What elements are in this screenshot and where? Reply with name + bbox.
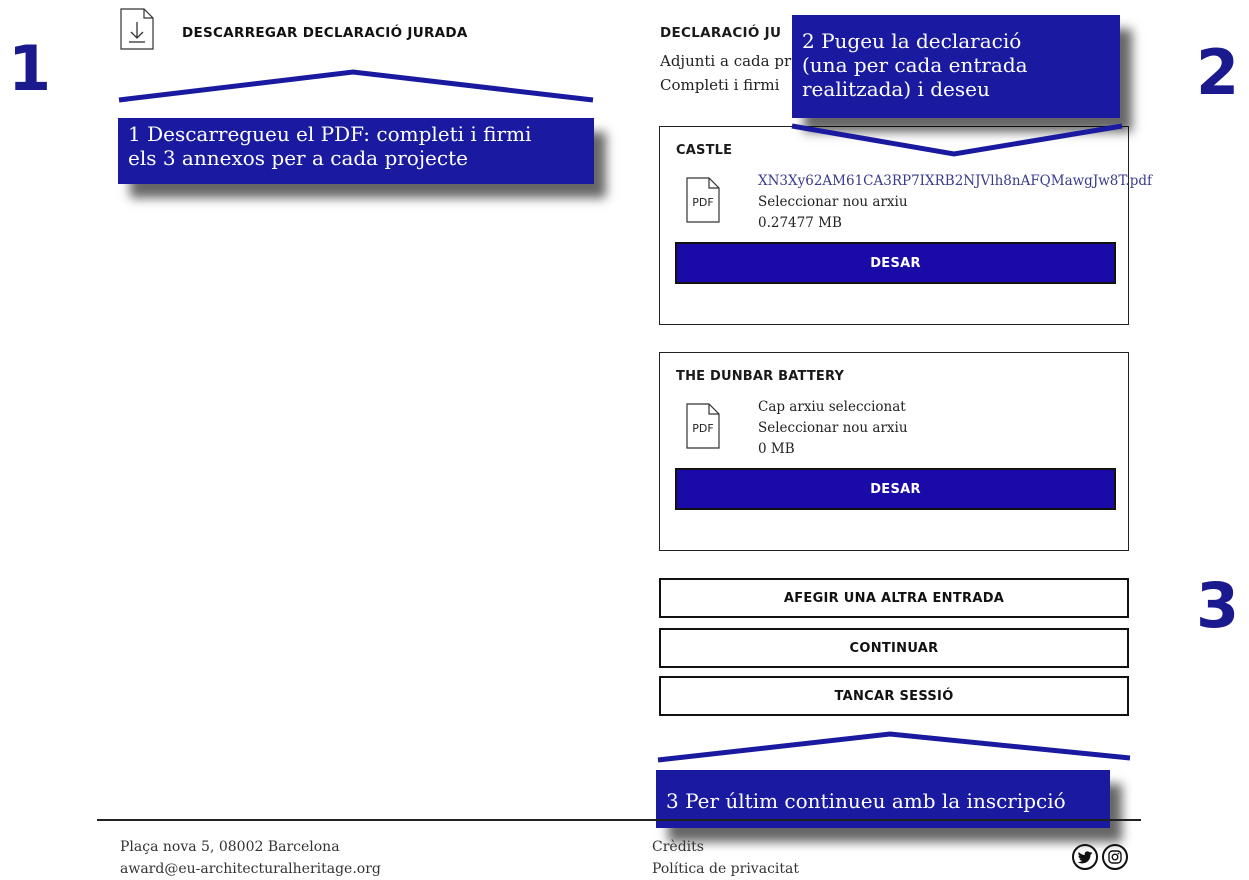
annotation-2-line2: (una per cada entrada (802, 53, 1028, 77)
select-new-file-link[interactable]: Seleccionar nou arxiu (758, 420, 908, 436)
instagram-icon[interactable] (1102, 844, 1128, 870)
annotation-1-pointer (118, 69, 594, 103)
pdf-icon: PDF (686, 177, 720, 223)
download-declaration-link[interactable]: DESCARREGAR DECLARACIÓ JURADA (182, 25, 468, 41)
pdf-icon: PDF (686, 403, 720, 449)
footer-address: Plaça nova 5, 08002 Barcelona (120, 839, 340, 855)
annotation-2-line1: 2 Pugeu la declaració (802, 29, 1022, 53)
no-file-selected-text: Cap arxiu seleccionat (758, 399, 906, 415)
annotation-2-pointer (791, 123, 1123, 157)
download-file-icon[interactable] (120, 8, 154, 50)
add-entry-button[interactable]: AFEGIR UNA ALTRA ENTRADA (659, 578, 1129, 618)
annotation-2-line3: realitzada) i deseu (802, 77, 990, 101)
annotation-2: 2 Pugeu la declaració (una per cada entr… (792, 15, 1120, 118)
step-number-2: 2 (1196, 36, 1240, 109)
declaration-instructions-2: Completi i firmi (660, 76, 780, 94)
declaration-title: DECLARACIÓ JU (660, 25, 782, 41)
step-number-1: 1 (8, 32, 52, 105)
entry-title: THE DUNBAR BATTERY (676, 369, 845, 384)
twitter-icon[interactable] (1072, 844, 1098, 870)
entry-title: CASTLE (676, 143, 733, 158)
footer-credits-link[interactable]: Crèdits (652, 836, 704, 858)
save-button[interactable]: DESAR (675, 468, 1116, 510)
annotation-1-line2: els 3 annexos per a cada projecte (128, 146, 468, 170)
uploaded-file-link[interactable]: XN3Xy62AM61CA3RP7IXRB2NJVlh8nAFQMawgJw8T… (758, 173, 1152, 189)
file-size: 0.27477 MB (758, 215, 842, 231)
logout-button[interactable]: TANCAR SESSIÓ (659, 676, 1129, 716)
step-number-3: 3 (1196, 569, 1240, 642)
footer-divider (97, 819, 1141, 821)
svg-text:PDF: PDF (692, 196, 713, 209)
select-new-file-link[interactable]: Seleccionar nou arxiu (758, 194, 908, 210)
annotation-3-text: 3 Per últim continueu amb la inscripció (666, 789, 1066, 813)
svg-text:PDF: PDF (692, 422, 713, 435)
annotation-3-pointer (657, 731, 1131, 763)
entry-card-dunbar-battery: THE DUNBAR BATTERY PDF Cap arxiu selecci… (659, 352, 1129, 551)
file-size: 0 MB (758, 441, 795, 457)
save-button[interactable]: DESAR (675, 242, 1116, 284)
continue-button[interactable]: CONTINUAR (659, 628, 1129, 668)
declaration-instructions-1: Adjunti a cada pr (660, 52, 792, 70)
annotation-1-line1: 1 Descarregueu el PDF: completi i firmi (128, 122, 532, 146)
annotation-1: 1 Descarregueu el PDF: completi i firmi … (118, 118, 594, 184)
